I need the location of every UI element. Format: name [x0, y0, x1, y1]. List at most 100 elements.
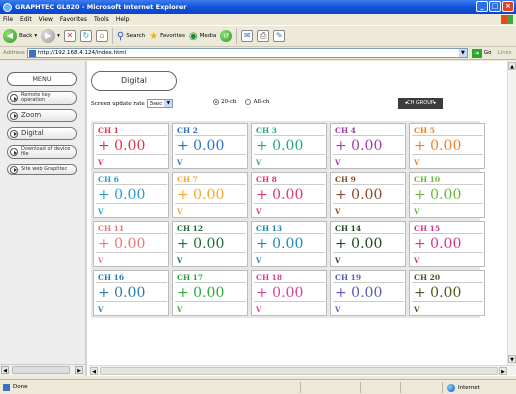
window-titlebar: GRAPHTEC GL820 - Microsoft Internet Expl… [0, 0, 516, 14]
update-rate-value: 5sec [149, 100, 163, 107]
chevron-down-icon: ▼ [164, 100, 173, 107]
address-input[interactable]: http://192.168.4.124/index.html ▼ [26, 48, 468, 58]
menu-favorites[interactable]: Favorites [60, 16, 87, 23]
favorites-button[interactable]: ★ Favorites [149, 31, 185, 42]
channel-name: CH 10 [414, 175, 441, 184]
sidebar-item-remote-key[interactable]: Remote key operation [7, 91, 77, 105]
sidebar-item-label: Site web Graphtec [21, 166, 68, 172]
sidebar-item-download[interactable]: Download of device file [7, 145, 77, 159]
toolbar-separator [111, 28, 113, 44]
channel-cell: CH 20 + 0.00 V [409, 270, 485, 316]
radio-all-ch[interactable]: All-ch [245, 99, 269, 105]
channel-name: CH 7 [177, 175, 198, 184]
history-icon[interactable]: ↺ [220, 30, 233, 42]
print-icon[interactable]: ⎙ [257, 30, 270, 42]
edit-icon[interactable]: ✎ [273, 30, 286, 42]
channel-unit: V [414, 305, 420, 314]
channel-value: + 0.00 [254, 184, 325, 204]
toolbar: ◀ Back ▾ ▶ ▾ ✕ ↻ ⌂ ⚲ Search ★ Favorites … [0, 25, 516, 47]
forward-button[interactable]: ▶ ▾ [41, 29, 60, 43]
chevron-down-icon[interactable]: ▾ [34, 33, 37, 39]
scroll-thumb[interactable] [100, 367, 498, 375]
media-icon: ◉ [188, 30, 198, 42]
channel-name: CH 19 [335, 273, 362, 282]
menu-file[interactable]: File [3, 16, 13, 23]
channel-cell: CH 5 + 0.00 V [409, 123, 485, 169]
channel-unit: V [256, 256, 262, 265]
back-button[interactable]: ◀ Back ▾ [3, 29, 37, 43]
channel-name: CH 8 [256, 175, 277, 184]
ch-group-button[interactable]: ◂CH GROUP▸ [398, 98, 443, 109]
channel-value: + 0.00 [254, 135, 325, 155]
channel-value: + 0.00 [175, 184, 246, 204]
channel-unit: V [335, 305, 341, 314]
menu-edit[interactable]: Edit [20, 16, 32, 23]
vertical-scrollbar[interactable]: ▲ ▼ [507, 61, 516, 365]
home-icon[interactable]: ⌂ [95, 30, 108, 42]
media-button[interactable]: ◉ Media [189, 31, 216, 42]
channel-unit: V [414, 256, 420, 265]
status-separator [400, 382, 401, 393]
update-rate-row: Screen update rate 5sec ▼ [91, 99, 174, 108]
channel-unit: V [414, 158, 420, 167]
radio-dot[interactable] [245, 99, 252, 105]
channel-unit: V [256, 305, 262, 314]
status-bar: Done Internet [0, 379, 516, 394]
mail-icon[interactable]: ✉ [241, 30, 254, 42]
close-button[interactable]: × [502, 1, 514, 12]
search-label: Search [126, 33, 146, 39]
radio-dot[interactable] [213, 99, 219, 105]
scroll-right-icon[interactable]: ▶ [75, 366, 83, 374]
horizontal-scrollbar[interactable]: ◀ ▶ [0, 364, 85, 374]
scroll-down-icon[interactable]: ▼ [508, 355, 516, 363]
channel-value: + 0.00 [254, 233, 325, 253]
play-icon [10, 129, 18, 138]
channel-value: + 0.00 [412, 233, 483, 253]
go-button[interactable]: ➜ Go [471, 48, 492, 58]
chevron-down-icon[interactable]: ▾ [57, 33, 60, 39]
radio-20-label: 20-ch [221, 99, 237, 105]
scroll-right-icon[interactable]: ▶ [499, 367, 507, 375]
channel-value: + 0.00 [333, 233, 404, 253]
chevron-down-icon[interactable]: ▼ [458, 49, 467, 57]
status-text: Done [13, 384, 28, 390]
search-icon: ⚲ [116, 30, 125, 42]
scroll-left-icon[interactable]: ◀ [1, 366, 9, 374]
radio-20-ch[interactable]: 20-ch [213, 99, 236, 105]
page-title: Digital [91, 71, 177, 91]
back-label: Back [19, 33, 33, 39]
sidebar-item-label: Remote key operation [21, 92, 51, 103]
channel-cell: CH 7 + 0.00 V [172, 172, 248, 218]
status-separator [300, 382, 301, 393]
sidebar-item-digital[interactable]: Digital [7, 127, 77, 140]
channel-unit: V [256, 158, 262, 167]
refresh-icon[interactable]: ↻ [79, 30, 92, 42]
channel-unit: V [98, 256, 104, 265]
horizontal-scrollbar[interactable]: ◀ ▶ [89, 365, 516, 375]
channel-name: CH 18 [256, 273, 283, 282]
minimize-button[interactable]: _ [476, 1, 488, 12]
globe-icon [447, 383, 455, 392]
update-rate-select[interactable]: 5sec ▼ [146, 99, 174, 108]
links-button[interactable]: Links [498, 50, 512, 56]
scroll-up-icon[interactable]: ▲ [508, 62, 516, 70]
ie-icon [3, 2, 12, 12]
menu-tools[interactable]: Tools [94, 16, 109, 23]
search-button[interactable]: ⚲ Search [117, 31, 145, 42]
sidebar-item-zoom[interactable]: Zoom [7, 109, 77, 122]
menu-view[interactable]: View [39, 16, 53, 23]
channel-name: CH 9 [335, 175, 356, 184]
stop-icon[interactable]: ✕ [63, 30, 76, 42]
sidebar-item-site-web[interactable]: Site web Graphtec [7, 164, 77, 175]
channel-unit: V [98, 305, 104, 314]
channel-name: CH 6 [98, 175, 119, 184]
play-icon [10, 165, 18, 174]
maximize-button[interactable]: □ [489, 1, 501, 12]
address-label: Address [3, 50, 25, 56]
menu-help[interactable]: Help [116, 16, 130, 23]
channel-name: CH 3 [256, 126, 277, 135]
status-separator [360, 382, 361, 393]
scroll-left-icon[interactable]: ◀ [90, 367, 98, 375]
scroll-thumb[interactable] [12, 366, 70, 374]
play-icon [10, 148, 18, 156]
